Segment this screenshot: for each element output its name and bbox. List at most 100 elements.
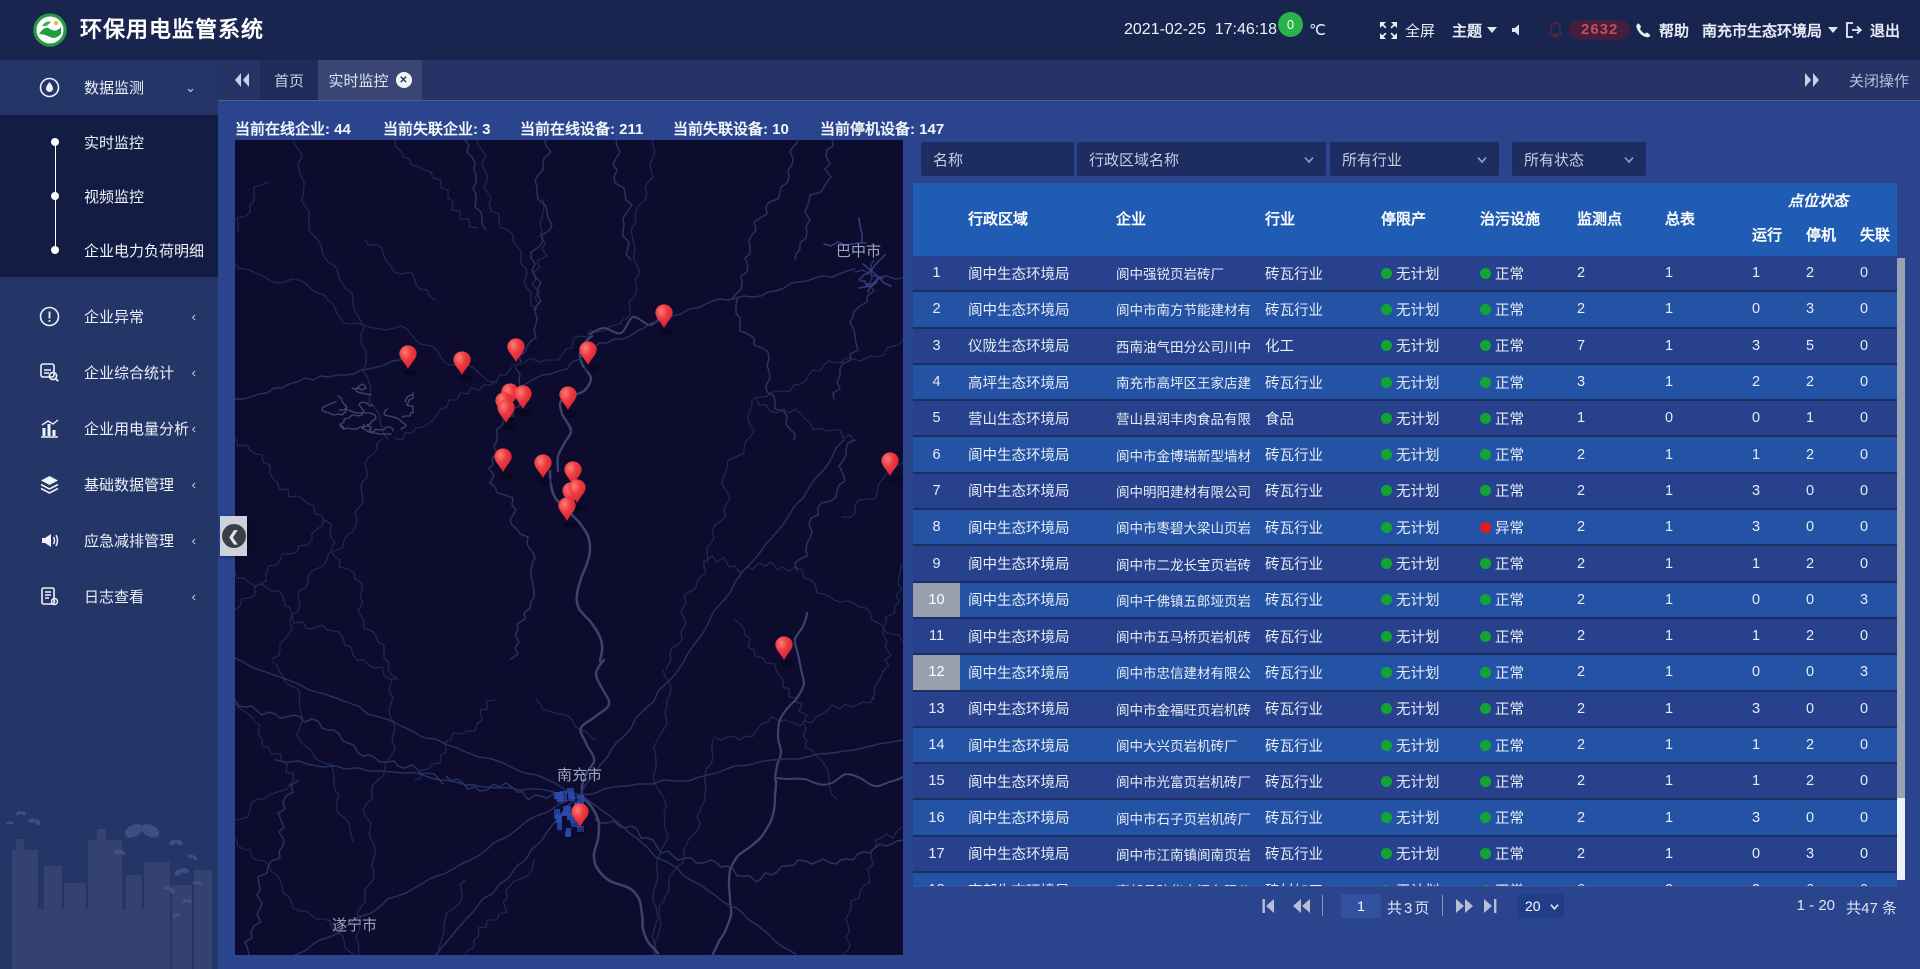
cell-region: 阆中生态环境局 [960,800,1112,834]
sidebar-item-log-view[interactable]: 日志查看 ‹ [0,568,218,624]
cell-industry: 砖瓦行业 [1261,583,1361,617]
cell-meters: 1 [1651,510,1739,544]
cell-run: 3 [1739,800,1793,834]
bullet-dot-icon [51,246,59,254]
status-dot-green [1480,413,1491,424]
cell-lost: 0 [1847,474,1897,508]
first-page-button[interactable] [1262,898,1275,914]
sidebar-item-data-monitoring[interactable]: 数据监测 ⌄ [0,60,218,115]
table-row[interactable]: 5营山生态环境局营山县润丰肉食品有限食品无计划正常10010 [913,401,1897,437]
status-dot-green [1480,594,1491,605]
cell-points: 1 [1563,401,1651,435]
tab-home[interactable]: 首页 [260,60,318,100]
cell-meters: 1 [1651,764,1739,798]
last-page-button[interactable] [1484,898,1497,914]
table-scrollbar[interactable] [1897,258,1905,880]
table-row[interactable]: 8阆中生态环境局阆中市枣碧大梁山页岩砖瓦行业无计划异常21300 [913,510,1897,546]
cell-industry: 砖瓦行业 [1261,510,1361,544]
cell-meters: 1 [1651,292,1739,326]
chevron-left-icon: ‹ [192,365,196,380]
sidebar-item-base-data[interactable]: 基础数据管理 ‹ [0,456,218,512]
scrollbar-thumb[interactable] [1897,258,1905,798]
cell-treatment-status: 正常 [1460,837,1563,871]
name-search-input[interactable]: 名称 [921,142,1074,176]
help-button[interactable]: 帮助 [1634,0,1689,60]
sidebar-item-emergency-reduction[interactable]: 应急减排管理 ‹ [0,512,218,568]
table-row[interactable]: 12阆中生态环境局阆中市忠信建材有限公砖瓦行业无计划正常21003 [913,655,1897,691]
logout-button[interactable]: 退出 [1845,0,1900,60]
table-row[interactable]: 3仪陇生态环境局西南油气田分公司川中化工无计划正常71350 [913,329,1897,365]
table-row[interactable]: 13阆中生态环境局阆中市金福旺页岩机砖砖瓦行业无计划正常21300 [913,692,1897,728]
notifications[interactable]: 2632 [1547,0,1630,60]
status-dot-green [1480,848,1491,859]
cell-points: 6 [1563,873,1651,886]
chevron-down-icon: ⌄ [185,80,196,96]
table-row[interactable]: 17阆中生态环境局阆中市江南镇阆南页岩砖瓦行业无计划正常21030 [913,837,1897,873]
double-chevron-right-icon[interactable] [1802,72,1822,88]
table-row[interactable]: 1阆中生态环境局阆中强锐页岩砖厂砖瓦行业无计划正常21120 [913,256,1897,292]
map-panel[interactable]: 巴中市南充市遂宁市 [235,140,903,955]
cell-limit-status: 无计划 [1361,474,1460,508]
cell-run: 0 [1739,837,1793,871]
map-pin[interactable] [775,636,794,667]
cell-treatment-status: 正常 [1460,692,1563,726]
table-row[interactable]: 4高坪生态环境局南充市高坪区王家店建砖瓦行业无计划正常31220 [913,365,1897,401]
page-size-select[interactable]: 20 [1518,894,1564,918]
cell-run: 1 [1739,546,1793,580]
sidebar-subitem-power-load-detail[interactable]: 企业电力负荷明细 [0,223,218,277]
sidebar-subitem-realtime-monitoring[interactable]: 实时监控 [0,115,218,169]
sidebar-submenu: 实时监控 视频监控 企业电力负荷明细 [0,115,218,277]
cell-company: 南充市高坪区王家店建 [1112,365,1261,399]
sidebar-item-enterprise-abnormal[interactable]: 企业异常 ‹ [0,288,218,344]
sidebar-subitem-video-monitoring[interactable]: 视频监控 [0,169,218,223]
tab-close-icon[interactable]: ✕ [396,72,412,88]
status-dot-green [1381,377,1392,388]
table-row[interactable]: 7阆中生态环境局阆中明阳建材有限公司砖瓦行业无计划正常21300 [913,474,1897,510]
cell-stop: 2 [1793,764,1847,798]
sidebar-collapse-handle[interactable]: ❮ [220,516,247,556]
cell-stop: 0 [1793,510,1847,544]
table-row[interactable]: 10阆中生态环境局阆中千佛镇五郎垭页岩砖瓦行业无计划正常21003 [913,583,1897,619]
next-page-button[interactable] [1456,898,1473,914]
map-pin[interactable] [881,452,900,483]
tabs-scroll-left-button[interactable] [232,60,252,100]
table-row[interactable]: 16阆中生态环境局阆中市石子页岩机砖厂砖瓦行业无计划正常21300 [913,800,1897,836]
status-dot-red [1480,522,1491,533]
cell-lost: 3 [1847,655,1897,689]
table-row[interactable]: 15阆中生态环境局阆中市光富页岩机砖厂砖瓦行业无计划正常21120 [913,764,1897,800]
table-row[interactable]: 2阆中生态环境局阆中市南方节能建材有砖瓦行业无计划正常21030 [913,292,1897,328]
industry-select[interactable]: 所有行业 [1330,142,1499,176]
map-pin[interactable] [399,345,418,376]
map-pin[interactable] [534,454,553,485]
cell-treatment-status: 正常 [1460,583,1563,617]
table-row[interactable]: 18南部生态环境局南部县砖华水泥有限公砖材加工无计划正常62360 [913,873,1897,886]
table-row[interactable]: 9阆中生态环境局阆中市二龙长宝页岩砖砖瓦行业无计划正常21120 [913,546,1897,582]
status-select[interactable]: 所有状态 [1512,142,1646,176]
city-skyline-watermark [0,799,218,969]
org-dropdown[interactable]: 南充市生态环境局 [1702,0,1838,60]
table-row[interactable]: 11阆中生态环境局阆中市五马桥页岩机砖砖瓦行业无计划正常21120 [913,619,1897,655]
map-pin[interactable] [494,448,513,479]
cell-meters: 1 [1651,837,1739,871]
prev-page-button[interactable] [1293,898,1310,914]
close-operations-button[interactable]: 关闭操作 [1849,70,1909,91]
sidebar-item-power-analysis[interactable]: 企业用电量分析 ‹ [0,400,218,456]
fullscreen-button[interactable]: 全屏 [1379,0,1435,60]
page-number-input[interactable] [1341,894,1381,918]
row-index: 1 [913,256,960,290]
cell-region: 阆中生态环境局 [960,837,1112,871]
alert-circle-icon [38,305,60,327]
cell-limit-status: 无计划 [1361,329,1460,363]
cell-region: 阆中生态环境局 [960,437,1112,471]
status-dot-green [1381,594,1392,605]
region-select[interactable]: 行政区域名称 [1077,142,1326,176]
cell-treatment-status: 正常 [1460,437,1563,471]
tab-realtime-monitoring[interactable]: 实时监控 ✕ [318,60,422,100]
theme-dropdown[interactable]: 主题 [1452,0,1497,60]
table-row[interactable]: 6阆中生态环境局阆中市金博瑞新型墙材砖瓦行业无计划正常21120 [913,437,1897,473]
sidebar-item-label: 日志查看 [84,586,144,607]
table-row[interactable]: 14阆中生态环境局阆中大兴页岩机砖厂砖瓦行业无计划正常21120 [913,728,1897,764]
sidebar-item-enterprise-statistics[interactable]: 企业综合统计 ‹ [0,344,218,400]
mute-button[interactable] [1510,0,1526,60]
row-index: 13 [913,692,960,726]
